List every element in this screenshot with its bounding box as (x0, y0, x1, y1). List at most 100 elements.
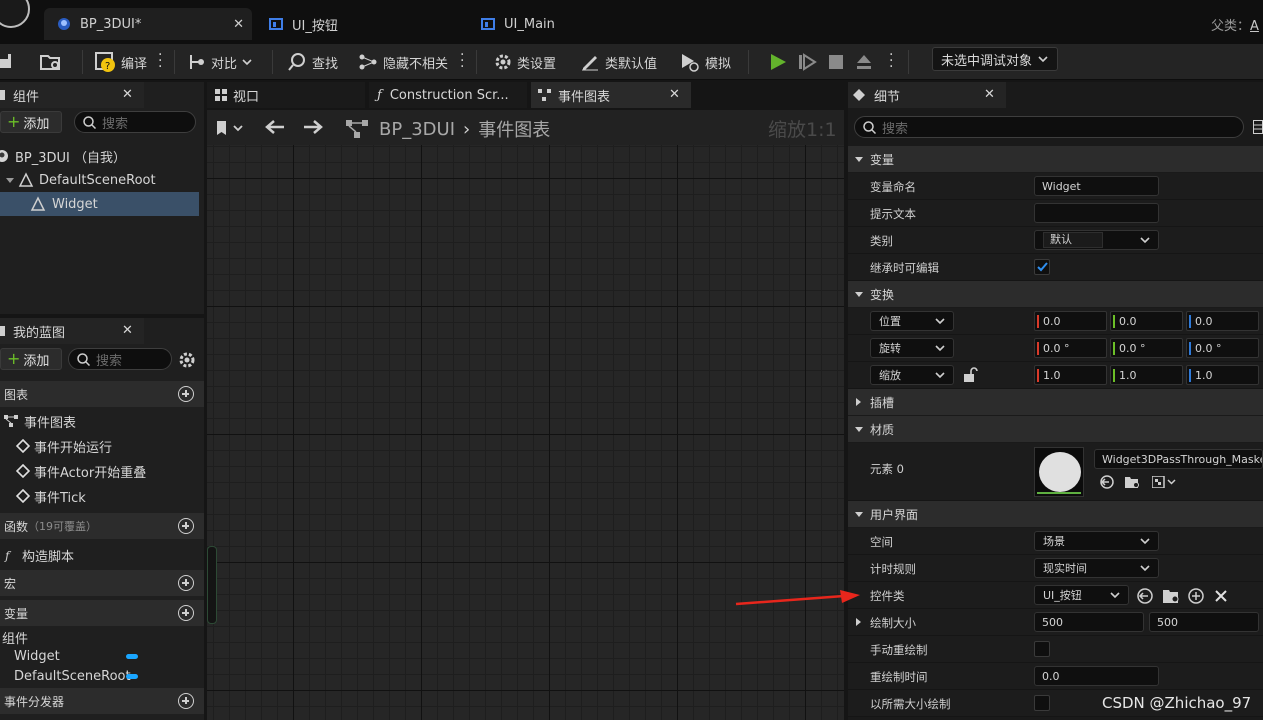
tree-item-self[interactable]: BP_3DUI （自我） (0, 144, 204, 168)
scale-mode-combo[interactable]: 缩放 (870, 365, 954, 385)
section-variables[interactable]: 变量 (0, 600, 204, 626)
draw-size-x-field[interactable]: 500 (1034, 612, 1144, 632)
class-settings-button[interactable]: 类设置 (494, 50, 556, 74)
unreal-logo-icon[interactable] (0, 0, 30, 28)
play-options-icon[interactable]: · · · (889, 48, 893, 74)
simulate-button[interactable]: 模拟 (680, 50, 731, 74)
add-member-button[interactable]: + 添加 (0, 348, 62, 370)
scale-y-field[interactable]: 1.0 (1110, 365, 1183, 385)
close-icon[interactable]: ✕ (233, 17, 244, 32)
browse-icon[interactable] (40, 52, 62, 72)
add-macro-icon[interactable] (178, 575, 194, 591)
manual-redraw-checkbox[interactable] (1034, 641, 1050, 657)
graph-item-begin-play[interactable]: 事件开始运行 (0, 434, 112, 458)
inherit-editable-checkbox[interactable] (1034, 259, 1050, 275)
details-section-sockets[interactable]: 插槽 (848, 389, 1263, 415)
tab-details[interactable]: 细节 ✕ (848, 82, 1006, 108)
eject-icon[interactable] (855, 53, 873, 71)
rotation-mode-combo[interactable]: 旋转 (870, 338, 954, 358)
rotation-z-field[interactable]: 0.0 ° (1186, 338, 1259, 358)
unlock-icon[interactable] (962, 367, 978, 383)
back-arrow-icon[interactable] (264, 118, 286, 136)
variable-name-field[interactable]: Widget (1034, 176, 1159, 196)
material-asset-combo[interactable]: Widget3DPassThrough_Masked_ (1094, 449, 1263, 469)
add-dispatcher-icon[interactable] (178, 693, 194, 709)
stop-icon[interactable] (828, 54, 844, 70)
tooltip-field[interactable] (1034, 203, 1159, 223)
my-blueprint-search-input[interactable]: 搜索 (68, 348, 172, 370)
forward-arrow-icon[interactable] (302, 118, 324, 136)
components-search-input[interactable]: 搜索 (74, 111, 196, 133)
rotation-x-field[interactable]: 0.0 ° (1034, 338, 1107, 358)
play-icon[interactable] (768, 53, 788, 71)
variable-group-components[interactable]: 组件 (0, 627, 204, 647)
section-graphs[interactable]: 图表 (0, 381, 204, 407)
widget-class-combo[interactable]: UI_按钮 (1034, 585, 1129, 605)
class-defaults-button[interactable]: 类默认值 (580, 50, 657, 74)
details-section-variable[interactable]: 变量 (848, 146, 1263, 172)
close-icon[interactable]: ✕ (122, 87, 133, 102)
draw-at-desired-size-checkbox[interactable] (1034, 695, 1050, 711)
tab-ui-main[interactable]: UI_Main (468, 8, 668, 40)
material-thumbnail[interactable] (1034, 447, 1084, 497)
breadcrumb-graph[interactable]: 事件图表 (478, 116, 550, 142)
add-new-class-icon[interactable] (1188, 588, 1204, 604)
gear-icon[interactable] (178, 351, 196, 369)
add-variable-icon[interactable] (178, 605, 194, 621)
parent-class-value[interactable]: A (1250, 19, 1259, 34)
close-icon[interactable]: ✕ (122, 323, 133, 338)
construction-script-item[interactable]: ƒ 构造脚本 (0, 543, 74, 567)
diff-button[interactable]: 对比 (188, 50, 252, 74)
graph-item-actor-overlap[interactable]: 事件Actor开始重叠 (0, 459, 146, 483)
details-section-materials[interactable]: 材质 (848, 416, 1263, 442)
compile-button[interactable]: ? 编译 (94, 50, 147, 74)
details-section-user-interface[interactable]: 用户界面 (848, 501, 1263, 527)
timing-policy-combo[interactable]: 现实时间 (1034, 558, 1159, 578)
compile-options-icon[interactable]: · · · (158, 48, 162, 74)
graph-item-tick[interactable]: 事件Tick (0, 484, 86, 508)
location-x-field[interactable]: 0.0 (1034, 311, 1107, 331)
add-function-icon[interactable] (178, 518, 194, 534)
event-graph-canvas[interactable] (207, 145, 844, 720)
tree-item-default-scene-root[interactable]: DefaultSceneRoot (0, 168, 204, 192)
browse-folder-icon[interactable] (1124, 475, 1140, 489)
tab-event-graph[interactable]: 事件图表 ✕ (531, 82, 691, 108)
find-button[interactable]: 查找 (287, 50, 338, 74)
property-matrix-icon[interactable] (1253, 120, 1263, 134)
add-component-button[interactable]: + 添加 (0, 111, 62, 133)
redraw-time-field[interactable]: 0.0 (1034, 666, 1159, 686)
collapse-arrow-icon[interactable] (6, 176, 14, 184)
tree-item-widget[interactable]: Widget (0, 192, 199, 216)
category-combo[interactable]: 默认 (1034, 230, 1159, 250)
section-macros[interactable]: 宏 (0, 570, 204, 596)
hide-unrelated-button[interactable]: 隐藏不相关 (358, 50, 448, 74)
location-z-field[interactable]: 0.0 (1186, 311, 1259, 331)
section-event-dispatchers[interactable]: 事件分发器 (0, 688, 204, 714)
tab-viewport[interactable]: 视口 (207, 82, 365, 108)
use-selected-class-icon[interactable] (1137, 588, 1153, 604)
add-graph-icon[interactable] (178, 386, 194, 402)
save-icon[interactable] (0, 52, 14, 70)
location-y-field[interactable]: 0.0 (1110, 311, 1183, 331)
bookmark-icon[interactable] (216, 120, 246, 136)
debug-target-dropdown[interactable]: 未选中调试对象 (932, 47, 1058, 71)
use-selected-asset-icon[interactable] (1100, 475, 1114, 489)
breadcrumb-blueprint[interactable]: BP_3DUI (379, 119, 455, 140)
find-options-icon[interactable]: · · · (460, 48, 464, 74)
tab-components[interactable]: 组件 ✕ (0, 82, 144, 108)
close-icon[interactable]: ✕ (984, 87, 995, 102)
scale-x-field[interactable]: 1.0 (1034, 365, 1107, 385)
scale-z-field[interactable]: 1.0 (1186, 365, 1259, 385)
graph-item-event-graph[interactable]: 事件图表 (0, 409, 76, 433)
close-icon[interactable]: ✕ (669, 87, 680, 102)
rotation-y-field[interactable]: 0.0 ° (1110, 338, 1183, 358)
tab-my-blueprint[interactable]: 我的蓝图 ✕ (0, 318, 144, 344)
variable-item-widget[interactable]: Widget (0, 646, 204, 666)
section-functions[interactable]: 函数 （19可覆盖） (0, 513, 204, 539)
space-combo[interactable]: 场景 (1034, 531, 1159, 551)
tab-bp-3dui[interactable]: BP_3DUI* ✕ (44, 8, 252, 40)
splitter-handle[interactable] (207, 546, 217, 624)
draw-size-y-field[interactable]: 500 (1149, 612, 1259, 632)
tab-construction-script[interactable]: ƒ Construction Scr... (369, 82, 527, 108)
browse-folder-icon[interactable] (1162, 588, 1180, 604)
